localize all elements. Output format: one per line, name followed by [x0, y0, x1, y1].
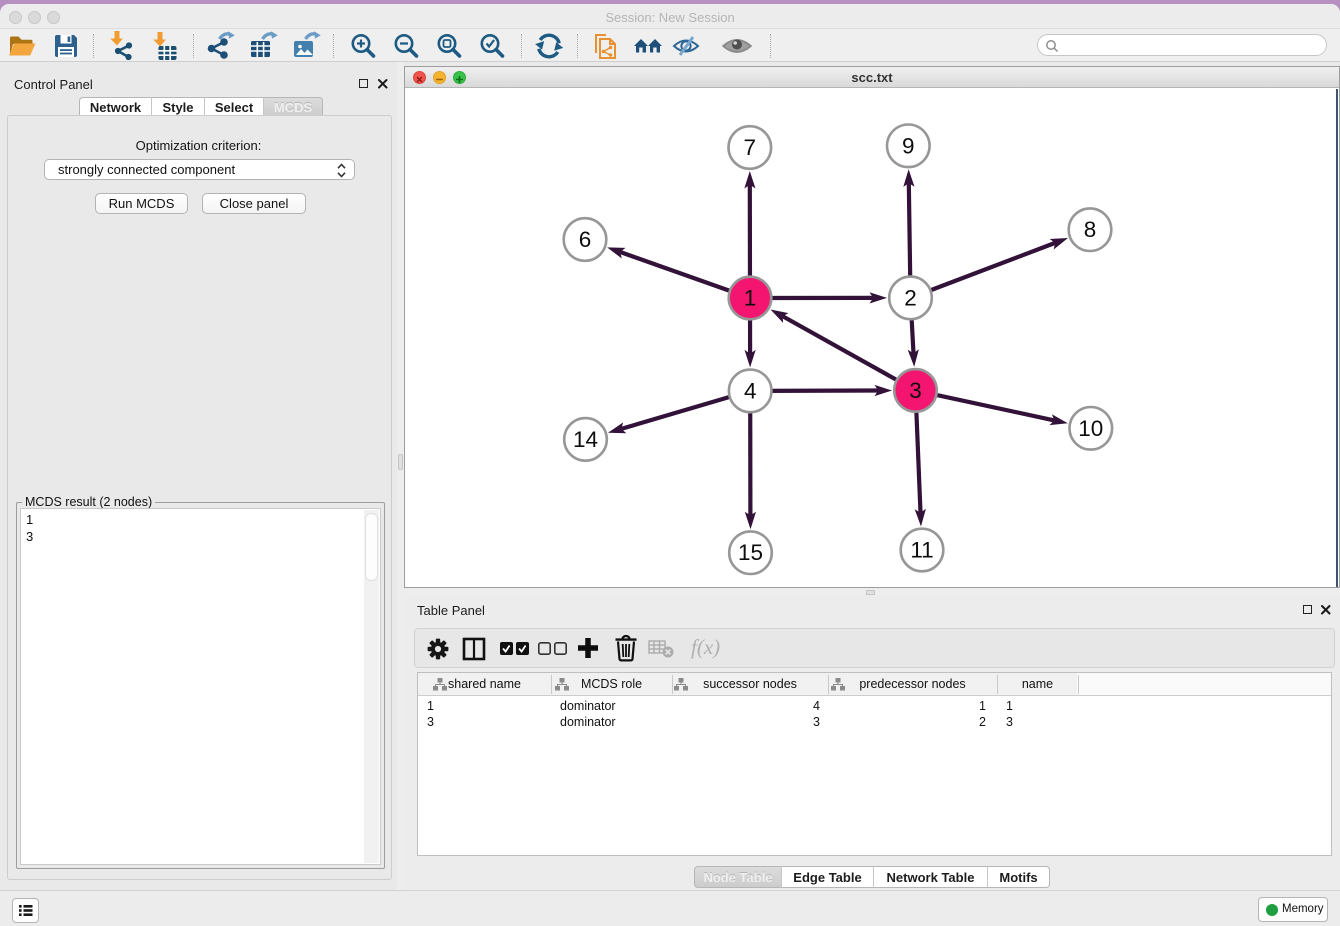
svg-text:9: 9: [902, 133, 915, 158]
svg-text:1: 1: [744, 286, 757, 311]
svg-text:3: 3: [909, 378, 922, 403]
svg-text:6: 6: [579, 227, 592, 252]
svg-text:11: 11: [910, 538, 933, 563]
svg-text:4: 4: [744, 378, 757, 403]
svg-text:7: 7: [744, 135, 757, 160]
svg-text:14: 14: [573, 427, 598, 452]
svg-text:8: 8: [1084, 217, 1097, 242]
svg-text:15: 15: [738, 540, 763, 565]
svg-text:10: 10: [1078, 416, 1103, 441]
svg-text:2: 2: [904, 285, 917, 310]
